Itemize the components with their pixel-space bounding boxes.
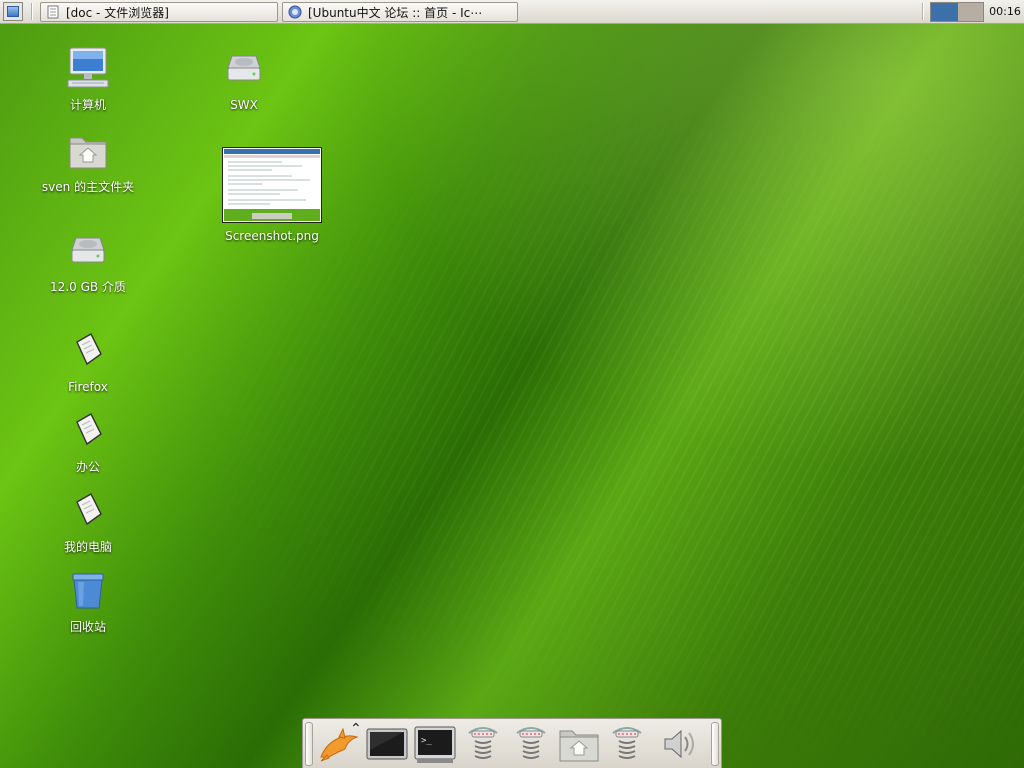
workspace-2[interactable] [958,3,983,21]
svg-text:>_: >_ [421,736,432,746]
desktop-icon-media[interactable]: 12.0 GB 介质 [33,228,143,295]
desktop-icon-label: 办公 [75,460,100,474]
panel-separator [922,3,924,20]
task-button-file-manager[interactable]: [doc - 文件浏览器] [40,2,278,22]
desktop-icon-swx[interactable]: SWX [189,46,299,113]
desktop-icon-label: sven 的主文件夹 [41,180,135,194]
dock-handle-left[interactable] [305,722,313,766]
desktop-icon-firefox[interactable]: Firefox [33,328,143,395]
clock[interactable]: 00:16 [988,3,1022,21]
computer-icon [67,47,109,88]
home-folder-icon [559,730,599,762]
dock-volume-control[interactable] [659,723,703,765]
dock-launcher-terminal[interactable]: >_ [413,723,457,765]
document-icon [76,493,102,526]
desktop-icon-label: 12.0 GB 介质 [50,280,126,294]
desktop-icon-label: Screenshot.png [225,229,319,243]
desktop-icon-computer[interactable]: 计算机 [33,46,143,113]
task-label: [doc - 文件浏览器] [66,5,169,20]
desktop-icon-label: 我的电脑 [63,540,112,554]
workspace-switcher[interactable] [930,2,984,22]
spring-launcher-icon [468,727,498,759]
document-icon [76,413,102,446]
drive-icon [227,55,261,81]
wallpaper [0,0,1024,768]
desktop-icon-office[interactable]: 办公 [33,408,143,475]
panel-separator [31,3,33,20]
main-menu-button[interactable] [3,2,23,21]
dock-launcher-spring-2[interactable] [509,723,553,765]
dock-launcher-spring-1[interactable] [461,723,505,765]
terminal-icon: >_ [414,726,456,763]
task-label: [Ubuntu中文 论坛 :: 首页 - Ic⋯ [308,5,483,20]
web-browser-icon [288,5,302,19]
dock-launcher-monitor[interactable] [365,723,409,765]
document-icon [76,333,102,366]
monitor-icon [366,728,408,760]
spring-launcher-icon [612,727,642,759]
task-button-web-browser[interactable]: [Ubuntu中文 论坛 :: 首页 - Ic⋯ [282,2,518,22]
desktop-icon-label: SWX [230,98,258,112]
image-thumbnail-icon [222,147,322,223]
home-folder-icon [69,137,107,169]
dock-launcher-home-folder[interactable] [557,723,601,765]
desktop-icon-label: 计算机 [69,98,106,112]
dock-handle-right[interactable] [711,722,719,766]
desktop-icon-home-folder[interactable]: sven 的主文件夹 [33,128,143,195]
desktop-icon-trash[interactable]: 回收站 [33,568,143,635]
trash-icon [72,573,104,609]
spring-launcher-icon [516,727,546,759]
desktop-icon-label: Firefox [68,380,108,394]
dock-launcher-spring-3[interactable] [605,723,649,765]
volume-icon [664,729,694,759]
menu-icon [7,6,19,17]
expand-chevron-icon[interactable]: ⌃ [350,721,362,737]
desktop-icon-screenshot[interactable]: Screenshot.png [217,147,327,244]
top-panel: [doc - 文件浏览器] [Ubuntu中文 论坛 :: 首页 - Ic⋯ 0… [0,0,1024,24]
desktop-icon-my-computer[interactable]: 我的电脑 [33,488,143,555]
drive-icon [71,237,105,263]
file-manager-icon [47,5,59,19]
desktop-icon-label: 回收站 [69,620,106,634]
bottom-dock: ⌃ >_ [302,718,722,768]
workspace-1[interactable] [931,3,958,21]
